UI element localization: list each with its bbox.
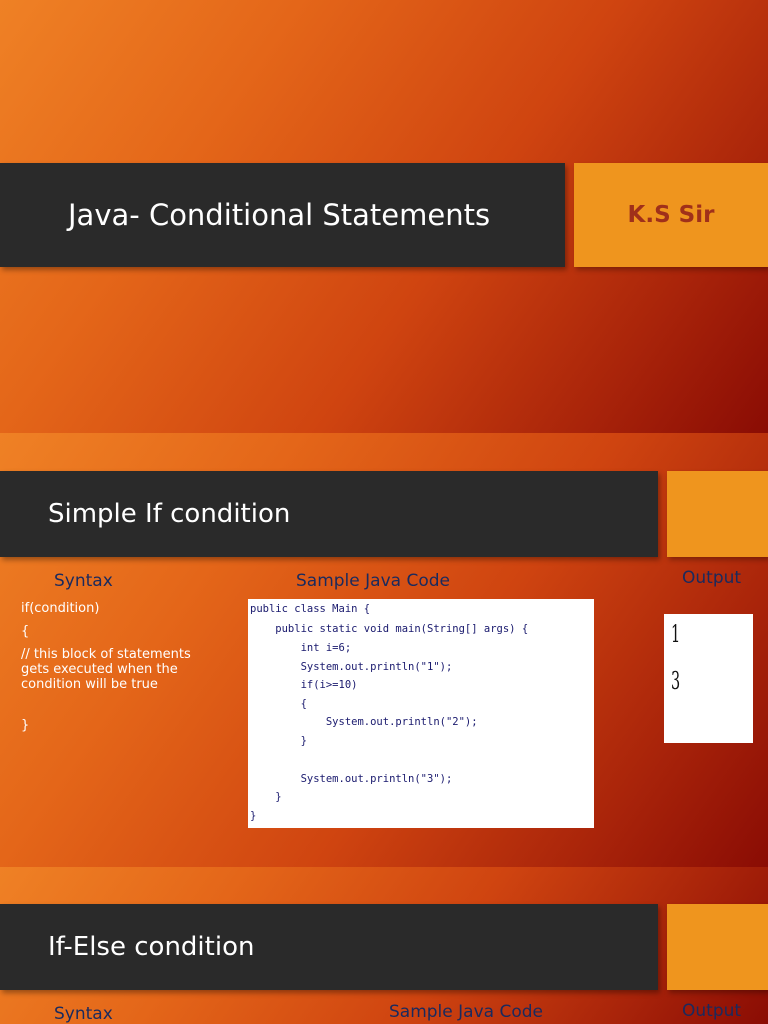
syntax-line: [21, 692, 221, 709]
syntax-line: [21, 709, 221, 718]
accent-box: [667, 904, 768, 990]
code-line: }: [250, 791, 282, 803]
slide-title: Java- Conditional Statements: [68, 198, 491, 232]
accent-box: [667, 471, 768, 557]
code-line: System.out.println("1");: [250, 661, 453, 673]
sample-code-label: Sample Java Code: [389, 1002, 543, 1022]
syntax-line: }: [21, 718, 30, 733]
output-line: 1: [671, 620, 681, 648]
author-box: K.S Sir: [574, 163, 768, 267]
syntax-block: if(condition) { // this block of stateme…: [21, 601, 221, 733]
slide-title: If-Else condition: [48, 932, 255, 962]
slide-title-bar: If-Else condition: [0, 904, 658, 990]
code-line: int i=6;: [250, 642, 352, 654]
syntax-line: // this block of statements: [21, 647, 191, 662]
code-line: if(i>=10): [250, 679, 358, 691]
code-line: }: [250, 735, 307, 747]
slide-title-bar: Java- Conditional Statements: [0, 163, 565, 267]
syntax-line: {: [21, 624, 30, 639]
syntax-label: Syntax: [54, 571, 113, 591]
syntax-line: if(condition): [21, 601, 100, 616]
sample-code-label: Sample Java Code: [296, 571, 450, 591]
syntax-line: gets executed when the: [21, 662, 178, 677]
output-image: 1 3: [664, 614, 753, 743]
if-else-slide: If-Else condition Syntax Sample Java Cod…: [0, 867, 768, 1024]
syntax-line: condition will be true: [21, 677, 158, 692]
simple-if-slide: Simple If condition Syntax Sample Java C…: [0, 433, 768, 867]
code-line: System.out.println("2");: [250, 716, 478, 728]
output-label: Output: [682, 1001, 742, 1021]
code-line: public class Main {: [250, 603, 371, 615]
code-line: System.out.println("3");: [250, 773, 453, 785]
code-sample-image: public class Main { public static void m…: [248, 599, 594, 828]
code-line: }: [250, 810, 257, 822]
output-label: Output: [682, 568, 742, 588]
output-line: 3: [671, 667, 681, 695]
slide-title-bar: Simple If condition: [0, 471, 658, 557]
code-line: {: [250, 698, 307, 710]
code-line: public static void main(String[] args) {: [250, 623, 529, 635]
title-slide: Java- Conditional Statements K.S Sir: [0, 0, 768, 433]
syntax-label: Syntax: [54, 1004, 113, 1024]
author-name: K.S Sir: [627, 202, 715, 228]
slide-title: Simple If condition: [48, 499, 291, 529]
